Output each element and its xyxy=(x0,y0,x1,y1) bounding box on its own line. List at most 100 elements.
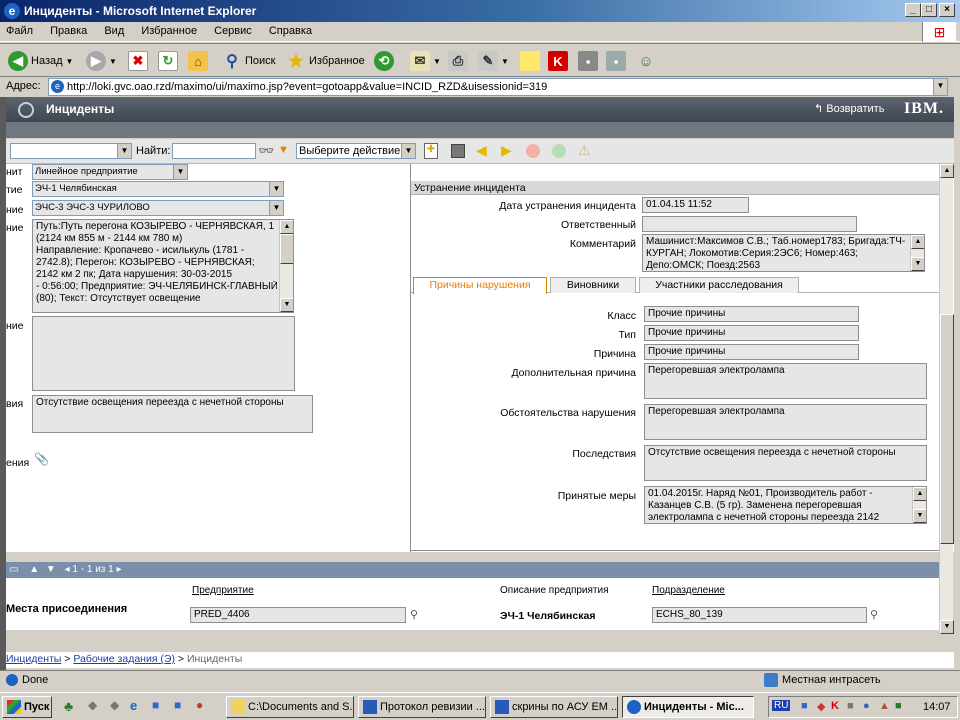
tab-culprits[interactable]: Виновники xyxy=(550,277,636,293)
history-button[interactable]: ⟲ xyxy=(374,48,394,74)
save-icon[interactable] xyxy=(451,144,465,158)
tool-button-1[interactable]: ▪ xyxy=(578,48,598,74)
scroll-down-icon[interactable]: ▼ xyxy=(911,257,924,271)
tray-icon[interactable]: ◆ xyxy=(817,700,825,713)
tab-investigation-participants[interactable]: Участники расследования xyxy=(639,277,799,293)
division-code-field[interactable]: ECHS_80_139 xyxy=(652,607,867,623)
tray-icon[interactable]: ▲ xyxy=(879,700,890,712)
tray-icon[interactable]: ■ xyxy=(847,700,854,712)
textarea-scrollbar[interactable]: ▲ ▼ xyxy=(912,487,926,523)
start-button[interactable]: Пуск xyxy=(2,696,52,718)
menu-help[interactable]: Справка xyxy=(263,22,320,37)
new-record-icon[interactable]: ✚ xyxy=(424,143,438,159)
additional-reason-textarea[interactable]: Перегоревшая электролампа xyxy=(644,363,927,399)
antivirus-tray-icon[interactable]: K xyxy=(831,700,839,712)
task-word-screens[interactable]: скрины по АСУ ЕМ ... xyxy=(490,696,618,718)
quicklaunch-icon[interactable]: ◆ xyxy=(88,698,97,712)
division-select[interactable]: ЭЧС-3 ЭЧС-3 ЧУРИЛОВО ▼ xyxy=(32,200,284,216)
back-button[interactable]: ◀ Назад ▼ xyxy=(8,48,73,74)
filter-arrow-icon[interactable]: ▼ xyxy=(278,144,289,156)
breadcrumb-work-orders-link[interactable]: Рабочие задания (Э) xyxy=(73,653,175,665)
stop-button[interactable]: ✖ xyxy=(128,48,148,74)
breadcrumb-incidents-link[interactable]: Инциденты xyxy=(6,653,61,665)
column-division[interactable]: Подразделение xyxy=(652,585,725,596)
refresh-button[interactable]: ↻ xyxy=(158,48,178,74)
tray-icon[interactable]: ■ xyxy=(895,700,902,712)
scroll-down-icon[interactable]: ▼ xyxy=(913,509,926,523)
chevron-down-icon[interactable]: ▼ xyxy=(933,79,947,95)
next-arrow-icon[interactable]: ▶ xyxy=(501,142,512,159)
scroll-up-icon[interactable]: ▲ xyxy=(913,487,926,501)
empty-textarea[interactable] xyxy=(32,316,295,391)
scroll-thumb[interactable] xyxy=(940,314,954,544)
enterprise-select[interactable]: ЭЧ-1 Челябинская ▼ xyxy=(32,181,284,197)
textarea-scrollbar[interactable]: ▲ ▼ xyxy=(279,220,293,312)
scroll-up-icon[interactable]: ▲ xyxy=(911,235,924,249)
reason-field[interactable]: Прочие причины xyxy=(644,344,859,360)
scroll-thumb[interactable] xyxy=(280,234,293,264)
enterprise-type-select[interactable]: Линейное предприятие ▼ xyxy=(32,164,188,180)
notes-button[interactable] xyxy=(520,48,540,74)
lookup-icon[interactable]: ⚲ xyxy=(870,608,878,621)
quicklaunch-icon[interactable]: ● xyxy=(196,698,203,712)
find-input[interactable] xyxy=(172,143,256,159)
menu-tools[interactable]: Сервис xyxy=(208,22,260,37)
previous-arrow-icon[interactable]: ◀ xyxy=(476,142,487,159)
comment-textarea[interactable]: Машинист:Максимов С.В.; Таб.номер1783; Б… xyxy=(642,234,925,272)
tray-icon[interactable]: ● xyxy=(863,700,870,712)
menu-favorites[interactable]: Избранное xyxy=(135,22,205,37)
action-select[interactable]: Выберите действие ▼ xyxy=(296,143,416,159)
table-down-icon[interactable]: ▼ xyxy=(46,564,56,575)
lookup-icon[interactable]: ⚲ xyxy=(410,608,418,621)
home-button[interactable]: ⌂ xyxy=(188,48,208,74)
measures-textarea[interactable]: 01.04.2015г. Наряд №01, Производитель ра… xyxy=(644,486,927,524)
violation-textarea[interactable]: Отсутствие освещения переезда с нечетной… xyxy=(32,395,313,433)
responsible-field[interactable] xyxy=(642,216,857,232)
table-filter-icon[interactable]: ▭ xyxy=(9,564,18,575)
paperclip-icon[interactable]: 📎 xyxy=(34,452,49,466)
menu-view[interactable]: Вид xyxy=(98,22,132,37)
circumstances-textarea[interactable]: Перегоревшая электролампа xyxy=(644,404,927,440)
tab-violation-causes[interactable]: Причины нарушения xyxy=(413,277,547,294)
address-input[interactable]: e http://loki.gvc.oao.rzd/maximo/ui/maxi… xyxy=(48,78,948,96)
mail-button[interactable]: ✉ ▼ xyxy=(410,48,441,74)
antivirus-button[interactable]: K xyxy=(548,48,568,74)
next-page-icon[interactable]: ▸ xyxy=(117,564,122,575)
minimize-button[interactable]: _ xyxy=(905,3,921,17)
scroll-down-icon[interactable]: ▼ xyxy=(940,620,954,634)
table-up-icon[interactable]: ▲ xyxy=(29,564,39,575)
textarea-scrollbar[interactable]: ▲ ▼ xyxy=(910,235,924,271)
maximize-button[interactable]: □ xyxy=(921,3,937,17)
scroll-up-icon[interactable]: ▲ xyxy=(280,220,293,234)
quicklaunch-icon[interactable]: ■ xyxy=(152,698,159,712)
menu-file[interactable]: Файл xyxy=(0,22,41,37)
class-field[interactable]: Прочие причины xyxy=(644,306,859,322)
close-button[interactable]: × xyxy=(939,3,955,17)
type-field[interactable]: Прочие причины xyxy=(644,325,859,341)
column-enterprise[interactable]: Предприятие xyxy=(192,585,254,596)
ok-circle-icon[interactable] xyxy=(552,144,566,158)
scroll-down-icon[interactable]: ▼ xyxy=(280,298,293,312)
page-scrollbar[interactable]: ▲ ▼ xyxy=(939,164,954,634)
favorites-button[interactable]: ★ Избранное xyxy=(286,48,365,74)
task-word-protocol[interactable]: Протокол ревизии ... xyxy=(358,696,486,718)
fix-date-field[interactable]: 01.04.15 11:52 xyxy=(642,197,749,213)
search-button[interactable]: ⚲ Поиск xyxy=(222,48,275,74)
cancel-circle-icon[interactable] xyxy=(526,144,540,158)
binoculars-icon[interactable]: 👓 xyxy=(258,143,274,159)
messenger-button[interactable]: ☺ xyxy=(636,48,656,74)
clock[interactable]: 14:07 xyxy=(923,701,951,713)
query-select[interactable]: ▼ xyxy=(10,143,132,159)
task-ie-incidents[interactable]: Инциденты - Mic... xyxy=(622,696,754,718)
location-textarea[interactable]: Путь:Путь перегона КОЗЫРЕВО - ЧЕРНЯВСКАЯ… xyxy=(32,219,294,313)
print-button[interactable]: ⎙ xyxy=(448,48,468,74)
quicklaunch-icon[interactable]: ◆ xyxy=(110,698,119,712)
scroll-up-icon[interactable]: ▲ xyxy=(940,164,954,178)
forward-button[interactable]: ▶ ▼ xyxy=(86,48,117,74)
edit-button[interactable]: ✎ ▼ xyxy=(478,48,509,74)
warning-icon[interactable]: ⚠ xyxy=(578,142,591,159)
tray-icon[interactable]: ■ xyxy=(801,700,808,712)
quicklaunch-icon[interactable]: ■ xyxy=(174,698,181,712)
tool-button-2[interactable]: ▪ xyxy=(606,48,626,74)
consequences-textarea[interactable]: Отсутствие освещения переезда с нечетной… xyxy=(644,445,927,481)
